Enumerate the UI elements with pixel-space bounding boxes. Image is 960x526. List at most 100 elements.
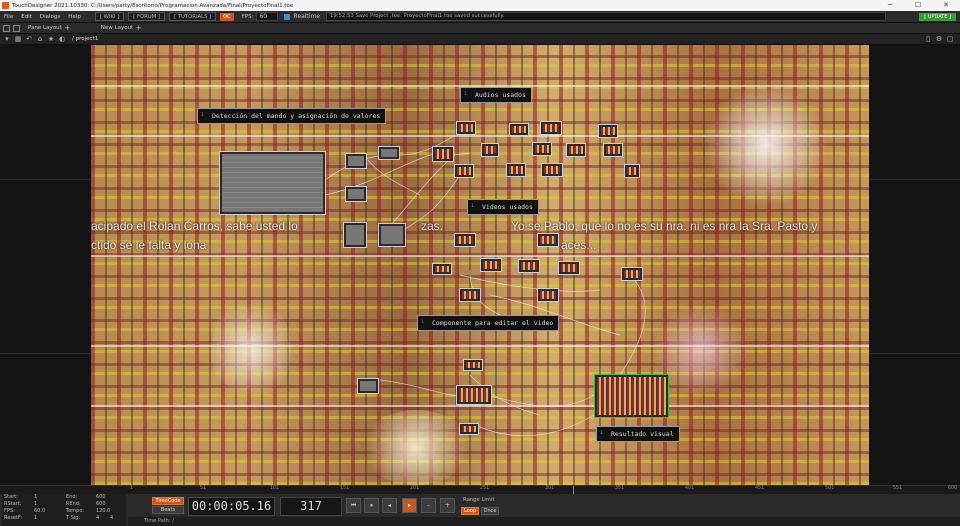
update-button[interactable]: [ UPDATE ] (919, 13, 956, 21)
timeline-tick: 451 (755, 486, 765, 491)
gamepad-chop-node[interactable] (219, 151, 326, 215)
operator-node[interactable] (432, 146, 454, 162)
audio-node[interactable] (540, 121, 562, 135)
home-icon[interactable]: ⌂ (36, 35, 44, 43)
resetf-field[interactable]: 1 (34, 515, 37, 521)
forum-button[interactable]: [ FORUM ] (128, 12, 166, 21)
beats-button[interactable]: Beats (152, 506, 184, 514)
video-node[interactable] (558, 261, 580, 275)
menu-file[interactable]: File (0, 11, 17, 23)
fps-field[interactable]: 60 (256, 12, 279, 21)
loop-button[interactable]: Loop (461, 507, 479, 515)
tempo-field[interactable]: 120.0 (96, 508, 110, 514)
split-top-icon[interactable] (13, 24, 20, 32)
minimize-button[interactable]: ─ (876, 0, 904, 11)
operator-node[interactable] (343, 222, 367, 248)
step-plus-button[interactable]: + (440, 498, 455, 513)
audio-node[interactable] (603, 143, 623, 157)
split-left-icon[interactable] (3, 24, 10, 32)
comment-detection[interactable]: 1 Detección del mando y asignación de va… (197, 108, 387, 124)
wiki-button[interactable]: [ WIKI ] (94, 12, 125, 21)
fps-field[interactable]: 60.0 (34, 508, 45, 514)
menu-help[interactable]: Help (64, 11, 85, 23)
menu-edit[interactable]: Edit (17, 11, 36, 23)
pane-layout-button[interactable]: Pane Layout (28, 25, 62, 31)
pause-button[interactable]: ⏸ (364, 498, 379, 513)
comment-videos[interactable]: 1 Videos usados (467, 199, 539, 215)
step-minus-button[interactable]: - (421, 498, 436, 513)
pane-settings-icon[interactable]: ⚙ (935, 35, 943, 43)
audio-node[interactable] (509, 123, 529, 136)
operator-node[interactable] (357, 378, 379, 394)
operator-node[interactable] (345, 186, 367, 202)
realtime-checkbox[interactable] (284, 13, 291, 20)
maximize-button[interactable]: ☐ (904, 0, 932, 11)
audio-node[interactable] (566, 143, 586, 157)
operator-node[interactable] (378, 146, 400, 160)
tsig-numerator[interactable]: 4 (96, 515, 99, 521)
end-field[interactable]: 600 (96, 494, 106, 500)
step-back-button[interactable]: ◂ (382, 498, 397, 513)
video-node[interactable] (537, 288, 559, 302)
network-path[interactable]: / project1 (72, 36, 98, 42)
time-display[interactable]: 00:00:05.16 (188, 497, 275, 516)
timecode-button[interactable]: TimeCode (152, 497, 184, 505)
timeline-tick: 401 (685, 486, 695, 491)
rend-field[interactable]: 600 (96, 501, 106, 507)
status-message: 19:52:53 Save Project .toe: ProyectoFina… (325, 12, 886, 21)
audio-node[interactable] (454, 164, 474, 178)
timeline-ruler[interactable]: 1 51 101 151 201 251 301 351 401 451 501… (0, 485, 960, 495)
timeline-tick: 251 (480, 486, 490, 491)
pane-expand-icon[interactable]: ▢ (946, 35, 954, 43)
video-node[interactable] (454, 233, 476, 247)
tutorials-button[interactable]: [ TUTORIALS ] (169, 12, 217, 21)
edit-node[interactable] (459, 423, 479, 435)
pane-menu-icon[interactable]: ▾ (3, 35, 11, 43)
skip-to-start-button[interactable]: ⏮ (346, 498, 361, 513)
range-limit-label: Range Limit (463, 497, 495, 503)
audio-node[interactable] (532, 142, 552, 156)
play-button[interactable]: ▸ (402, 498, 417, 513)
timeline-tick: 201 (410, 486, 420, 491)
tsig-denominator[interactable]: 4 (110, 515, 113, 521)
audio-node[interactable] (481, 143, 499, 157)
video-node[interactable] (432, 263, 452, 275)
touchdesigner-logo-icon (2, 2, 9, 9)
result-output-node[interactable] (594, 374, 669, 418)
audio-node[interactable] (624, 164, 640, 178)
timeline-tick: 301 (545, 486, 555, 491)
edit-node[interactable] (456, 385, 492, 405)
audio-node[interactable] (541, 163, 563, 177)
once-button[interactable]: Once (481, 507, 499, 515)
frame-display[interactable]: 317 (280, 497, 342, 516)
add-layout-icon[interactable]: + (135, 24, 142, 32)
rstart-field[interactable]: 1 (34, 501, 37, 507)
network-editor[interactable]: acipado el Rolan Carros, sabe usted lo c… (0, 45, 960, 485)
network-view-icon[interactable]: ▦ (14, 35, 22, 43)
realtime-label: Realtime (293, 13, 320, 20)
back-icon[interactable]: ↶ (25, 35, 33, 43)
audio-node[interactable] (598, 124, 618, 138)
video-node[interactable] (459, 288, 481, 302)
pane-list-icon[interactable]: ▯ (924, 35, 932, 43)
audio-node[interactable] (506, 163, 526, 177)
menu-dialogs[interactable]: Dialogs (36, 11, 64, 23)
add-pane-icon[interactable]: + (64, 24, 71, 32)
oc-button[interactable]: OC (220, 12, 234, 21)
star-icon[interactable]: ★ (47, 35, 55, 43)
audio-node[interactable] (456, 121, 476, 135)
operator-node[interactable] (378, 223, 406, 247)
video-node[interactable] (518, 259, 540, 273)
new-layout-button[interactable]: New Layout (101, 25, 133, 31)
comment-audios[interactable]: 1 Audios usados (460, 87, 532, 103)
operator-node[interactable] (345, 153, 367, 169)
video-node[interactable] (480, 258, 502, 272)
video-node[interactable] (621, 267, 643, 281)
video-node[interactable] (537, 233, 559, 247)
start-field[interactable]: 1 (34, 494, 37, 500)
palette-icon[interactable]: ◐ (58, 35, 66, 43)
comment-result[interactable]: 1 Resultado visual (596, 426, 680, 442)
close-button[interactable]: ✕ (932, 0, 960, 11)
comment-component[interactable]: 1 Componente para editar el video (417, 315, 560, 331)
edit-node[interactable] (463, 359, 483, 371)
